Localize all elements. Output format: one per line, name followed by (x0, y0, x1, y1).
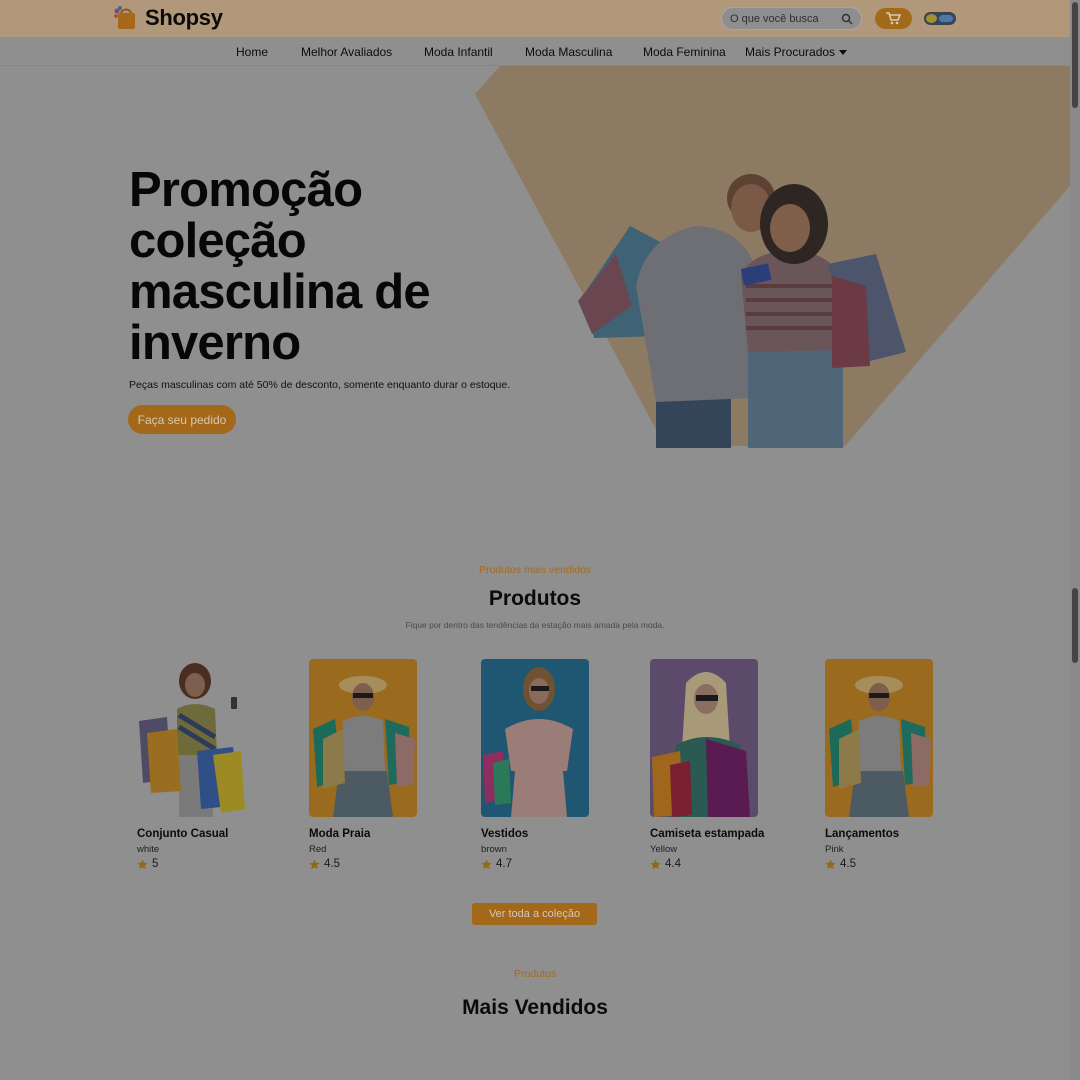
product-name: Conjunto Casual (137, 828, 229, 840)
product-rating: 4.4 (650, 858, 681, 870)
scrollbar-thumb[interactable] (1072, 2, 1078, 108)
scrollbar-thumb[interactable] (1072, 588, 1078, 663)
star-icon (825, 858, 836, 869)
hero-title: Promoção coleção masculina de inverno (129, 163, 431, 370)
nav-item-label: Mais Procurados (745, 45, 836, 59)
star-icon (137, 858, 148, 869)
nav-item-moda-feminina[interactable]: Moda Feminina (643, 45, 726, 59)
hero-subtitle: Peças masculinas com até 50% de desconto… (129, 379, 511, 391)
chevron-down-icon (839, 50, 848, 55)
product-name: Moda Praia (309, 828, 371, 840)
hero-banner: Promoção coleção masculina de inverno Pe… (0, 66, 1070, 522)
product-image[interactable] (650, 659, 758, 817)
nav-item-moda-infantil[interactable]: Moda Infantil (424, 45, 493, 59)
search-icon[interactable] (841, 13, 853, 25)
products-section: Produtos mais vendidos Produtos Fique po… (0, 522, 1070, 1080)
cart-button[interactable] (875, 8, 912, 29)
product-name: Camiseta estampada (650, 828, 765, 840)
rating-value: 4.4 (665, 858, 681, 870)
product-color: Yellow (650, 844, 678, 855)
page-scrollbar[interactable] (1070, 0, 1080, 1080)
order-button[interactable]: Faça seu pedido (128, 405, 236, 434)
product-image[interactable] (481, 659, 589, 817)
best-sellers-title: Mais Vendidos (462, 996, 608, 1019)
product-color: Red (309, 844, 327, 855)
product-color: white (137, 844, 160, 855)
logo[interactable]: Shopsy (113, 5, 223, 31)
product-rating: 5 (137, 858, 158, 870)
shopping-bag-icon (114, 6, 135, 29)
rating-value: 4.7 (496, 858, 512, 870)
hero-couple-image (578, 174, 906, 448)
rating-value: 4.5 (840, 858, 856, 870)
product-color: brown (481, 844, 507, 855)
brand-name: Shopsy (145, 5, 223, 30)
star-icon (481, 858, 492, 869)
product-image[interactable] (137, 659, 245, 817)
nav-item-mais-procurados[interactable]: Mais Procurados (745, 45, 848, 59)
product-name: Lançamentos (825, 828, 900, 840)
product-name: Vestidos (481, 828, 529, 840)
star-icon (650, 858, 661, 869)
nav-item-melhor-avaliados[interactable]: Melhor Avaliados (301, 45, 392, 59)
product-color: Pink (825, 844, 844, 855)
cart-icon (886, 12, 901, 25)
section-description: Fique por dentro das tendências da estaç… (405, 620, 665, 630)
rating-value: 4.5 (324, 858, 340, 870)
rating-value: 5 (152, 858, 159, 870)
section-eyebrow: Produtos mais vendidos (478, 564, 592, 576)
section-title: Produtos (488, 587, 582, 610)
nav-item-moda-masculina[interactable]: Moda Masculina (525, 45, 612, 59)
product-rating: 4.5 (825, 858, 856, 870)
best-sellers-eyebrow: Produtos (513, 968, 557, 980)
product-image[interactable] (825, 659, 933, 817)
theme-toggle[interactable] (924, 12, 956, 25)
product-image[interactable] (309, 659, 417, 817)
view-collection-button[interactable]: Ver toda a coleção (472, 903, 597, 925)
star-icon (309, 858, 320, 869)
search-box (721, 7, 862, 30)
main-nav: Home Melhor Avaliados Moda Infantil Moda… (0, 37, 1070, 66)
product-rating: 4.7 (481, 858, 512, 870)
search-input[interactable] (730, 11, 840, 27)
product-rating: 4.5 (309, 858, 340, 870)
top-bar: Shopsy (0, 0, 1070, 37)
nav-item-home[interactable]: Home (236, 45, 268, 59)
